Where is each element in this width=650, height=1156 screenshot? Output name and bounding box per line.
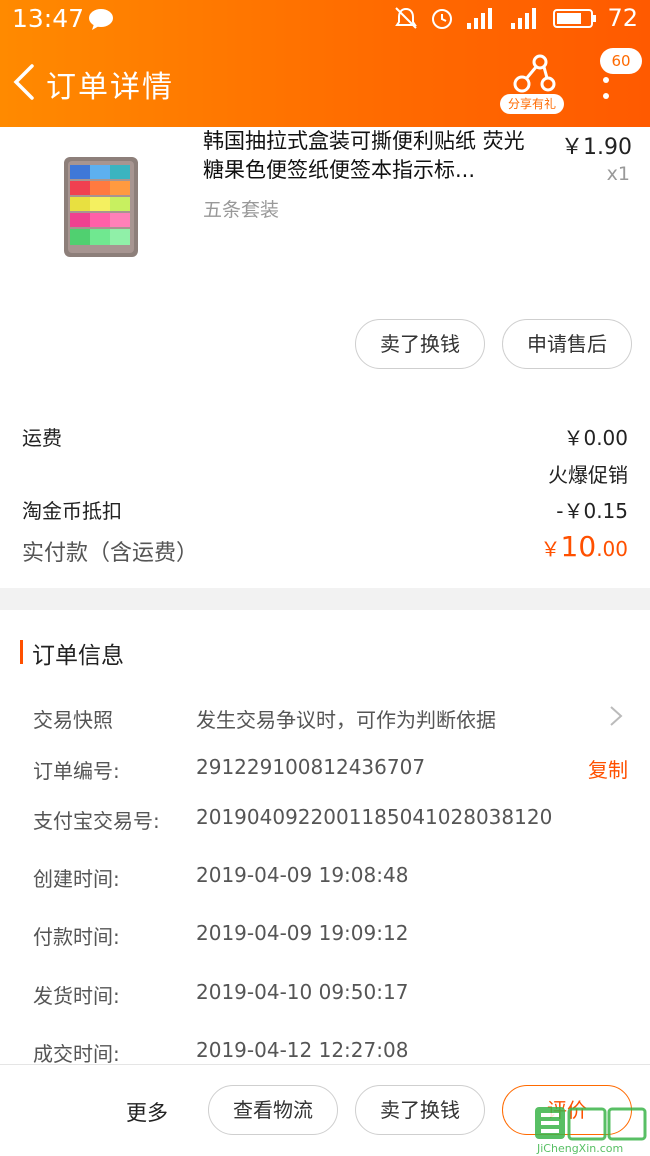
created-time-value: 2019-04-09 19:08:48: [196, 863, 409, 887]
snapshot-value: 发生交易争议时，可作为判断依据: [196, 708, 496, 732]
product-price: ￥1.90: [561, 135, 632, 160]
shipping-label: 运费: [22, 426, 62, 450]
more-options-icon[interactable]: [596, 76, 616, 100]
message-count-badge[interactable]: 60: [600, 48, 642, 74]
copy-order-number-button[interactable]: 复制: [588, 754, 628, 783]
status-time: 13:47: [12, 4, 85, 33]
app-header: 订单详情 分享有礼 60: [0, 40, 650, 127]
product-title: 韩国抽拉式盒装可撕便利贴纸 荧光 糖果色便签纸便签本指示标...: [203, 129, 525, 182]
sell-for-cash-button[interactable]: 卖了换钱: [355, 319, 485, 369]
completed-time-label: 成交时间:: [33, 1042, 120, 1066]
product-sku: 五条套装: [203, 199, 280, 221]
total-paid-amount: ￥10.00: [541, 530, 628, 563]
share-button[interactable]: 分享有礼: [500, 54, 566, 116]
battery-icon: [553, 9, 597, 28]
order-number-label: 订单编号:: [33, 759, 120, 783]
order-number-value: 291229100812436707: [196, 755, 426, 779]
product-card[interactable]: 韩国抽拉式盒装可撕便利贴纸 荧光 糖果色便签纸便签本指示标... ￥1.90 x…: [0, 127, 650, 287]
section-divider: [0, 588, 650, 610]
chat-notification-icon: [89, 9, 113, 30]
top-bar: 13:47 72 订单详情 分享有礼 60: [0, 0, 650, 127]
shipping-value: ￥0.00: [563, 426, 628, 450]
coin-deduction-label: 淘金币抵扣: [22, 499, 122, 523]
section-accent-bar: [20, 640, 23, 664]
view-logistics-button[interactable]: 查看物流: [208, 1085, 338, 1135]
completed-time-value: 2019-04-12 12:27:08: [196, 1038, 409, 1062]
share-icon: [513, 54, 556, 93]
status-icons: 72: [393, 4, 638, 32]
total-paid-decimal: .00: [596, 537, 628, 561]
signal-4g-icon: [467, 8, 493, 29]
product-quantity: x1: [606, 163, 630, 185]
shipped-time-label: 发货时间:: [33, 984, 120, 1008]
chevron-right-icon: [610, 706, 623, 726]
signal-icon: [511, 8, 537, 29]
total-paid-integer: 10: [560, 530, 597, 563]
alipay-number-value: 2019040922001185041028038120: [196, 805, 553, 829]
shipped-time-value: 2019-04-10 09:50:17: [196, 980, 409, 1004]
watermark-logo: JiChengXin.com: [535, 1107, 647, 1155]
total-paid-label: 实付款（含运费）: [22, 541, 199, 566]
coin-deduction-value: -￥0.15: [556, 499, 628, 523]
share-label: 分享有礼: [500, 94, 564, 114]
back-arrow-icon[interactable]: [10, 62, 38, 102]
product-thumbnail: [64, 157, 138, 257]
sell-for-cash-bottom-button[interactable]: 卖了换钱: [355, 1085, 485, 1135]
payment-time-label: 付款时间:: [33, 925, 120, 949]
order-info-title: 订单信息: [32, 643, 124, 669]
page-title: 订单详情: [46, 70, 174, 105]
more-actions-link[interactable]: 更多: [126, 1097, 168, 1127]
total-paid-currency: ￥: [540, 537, 561, 561]
payment-time-value: 2019-04-09 19:09:12: [196, 921, 409, 945]
alipay-number-label: 支付宝交易号:: [33, 809, 160, 833]
battery-level: 72: [607, 4, 638, 32]
status-bar: 13:47 72: [0, 0, 650, 40]
mute-icon: [395, 7, 418, 29]
snapshot-label: 交易快照: [33, 708, 113, 732]
apply-after-sale-button[interactable]: 申请售后: [502, 319, 632, 369]
alarm-icon: [432, 9, 453, 29]
promo-label: 火爆促销: [548, 463, 628, 487]
created-time-label: 创建时间:: [33, 867, 120, 891]
watermark-text: JiChengXin.com: [536, 1142, 623, 1155]
